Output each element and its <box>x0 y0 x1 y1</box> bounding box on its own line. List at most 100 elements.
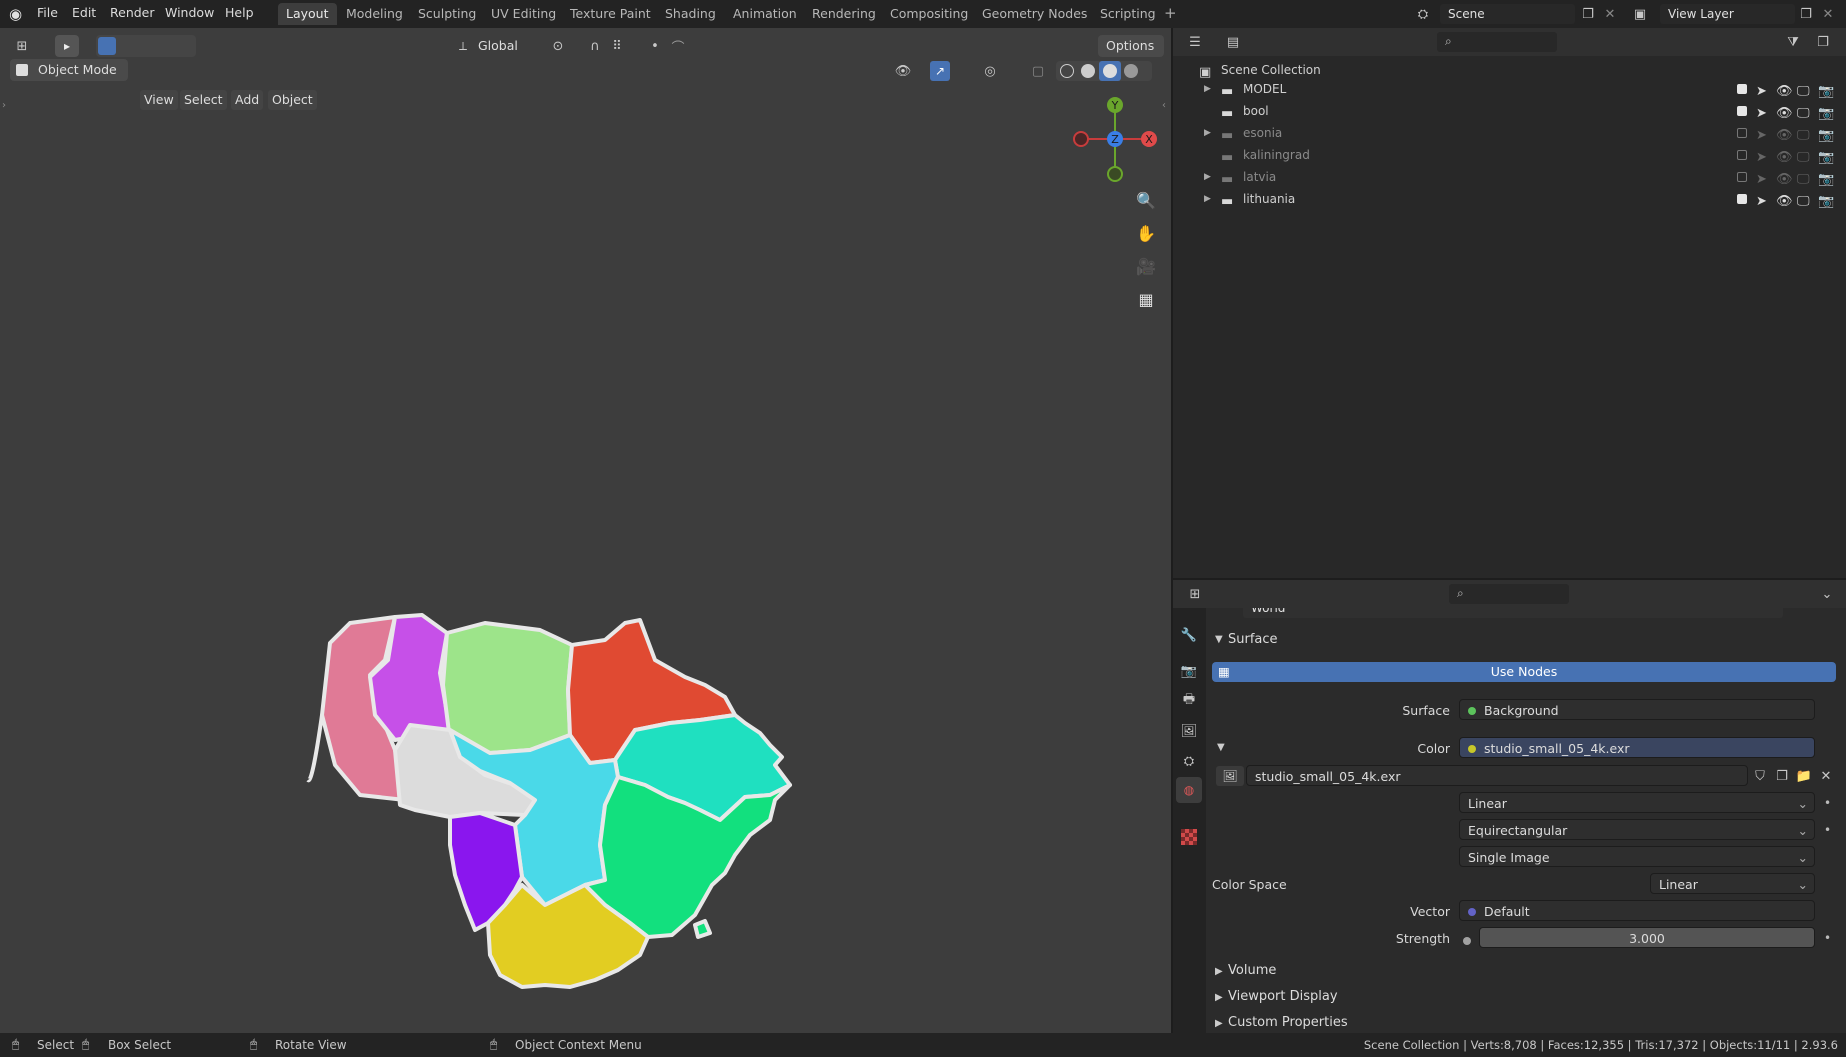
volume-section-header[interactable]: Volume <box>1228 963 1276 978</box>
properties-editor-type-icon[interactable]: ⊞ <box>1185 584 1205 604</box>
selectable-arrow-icon[interactable]: ➤ <box>1756 191 1767 213</box>
select-new-icon[interactable] <box>98 37 116 55</box>
view-layer-field[interactable]: View Layer <box>1660 4 1795 24</box>
interpolation-dropdown[interactable]: Linear ⌄ <box>1459 792 1815 813</box>
outliner-editor-type-icon[interactable]: ☰ <box>1185 32 1205 52</box>
render-camera-icon[interactable]: 📷 <box>1818 191 1834 213</box>
falloff-icon[interactable]: ⌒ <box>668 36 688 56</box>
delete-view-layer-icon[interactable]: ✕ <box>1818 4 1838 24</box>
color-texture-field[interactable]: studio_small_05_4k.exr <box>1459 737 1815 758</box>
properties-search-field[interactable] <box>1449 584 1569 604</box>
surface-collapse-icon[interactable]: ▼ <box>1215 634 1223 645</box>
orientation-dropdown[interactable]: Global <box>470 35 532 57</box>
vector-field[interactable]: Default <box>1459 900 1815 921</box>
new-collection-icon[interactable]: ❐ <box>1813 32 1833 52</box>
projection-dropdown[interactable]: Equirectangular ⌄ <box>1459 819 1815 840</box>
tab-texture-paint[interactable]: Texture Paint <box>562 3 659 25</box>
gizmo-toggle-icon[interactable]: ↗ <box>930 61 950 81</box>
xray-icon[interactable]: ▢ <box>1028 61 1048 81</box>
outliner-row-MODEL[interactable]: ▶ ▬ MODEL ➤ 👁 🖵 📷 <box>1173 78 1846 100</box>
exclude-checkbox[interactable] <box>1737 172 1747 182</box>
surface-section-header[interactable]: Surface <box>1228 632 1278 647</box>
scene-selector-icon[interactable]: ⛭ <box>1413 4 1433 24</box>
custom-properties-expand-icon[interactable]: ▶ <box>1215 1018 1223 1029</box>
new-view-layer-icon[interactable]: ❐ <box>1796 4 1816 24</box>
menu-add[interactable]: Add <box>231 90 264 110</box>
expand-arrow-icon[interactable]: ▶ <box>1204 188 1211 210</box>
view-layer-selector-icon[interactable]: ▣ <box>1630 4 1650 24</box>
color-expand-icon[interactable]: ▼ <box>1217 742 1225 753</box>
unlink-image-icon[interactable]: ✕ <box>1816 766 1836 786</box>
world-datablock-row[interactable]: World <box>1213 608 1843 620</box>
projection-keyframe-dot[interactable]: • <box>1824 823 1831 837</box>
tab-layout[interactable]: Layout <box>278 3 337 25</box>
outliner-row-bool[interactable]: ▬ bool ➤ 👁 🖵 📷 <box>1173 100 1846 122</box>
selection-mode-group[interactable] <box>96 35 196 57</box>
menu-window[interactable]: Window <box>165 5 214 20</box>
color-space-dropdown[interactable]: Linear ⌄ <box>1650 873 1815 894</box>
menu-render[interactable]: Render <box>110 5 155 20</box>
outliner-row-lithuania[interactable]: ▶ ▬ lithuania ➤ 👁 🖵 📷 <box>1173 188 1846 210</box>
custom-properties-section-header[interactable]: Custom Properties <box>1228 1015 1348 1030</box>
tab-scripting[interactable]: Scripting <box>1092 3 1164 25</box>
fake-user-shield-icon[interactable]: ⛉ <box>1750 766 1770 786</box>
texture-tab-icon[interactable] <box>1181 829 1197 845</box>
expand-arrow-icon[interactable]: ▶ <box>1204 78 1211 100</box>
navigation-gizmo[interactable]: Y X Z <box>1060 90 1160 190</box>
add-workspace-icon[interactable]: + <box>1164 4 1177 22</box>
tab-uv-editing[interactable]: UV Editing <box>483 3 564 25</box>
options-dropdown[interactable]: Options <box>1098 35 1164 57</box>
exclude-checkbox[interactable] <box>1737 150 1747 160</box>
perspective-grid-icon[interactable]: ▦ <box>1131 284 1161 314</box>
tab-compositing[interactable]: Compositing <box>882 3 976 25</box>
expand-arrow-icon[interactable]: ▶ <box>1204 166 1211 188</box>
eye-icon[interactable]: 👁 <box>1776 191 1793 213</box>
strength-slider[interactable]: 3.000 <box>1479 927 1815 948</box>
surface-shader-field[interactable]: Background <box>1459 699 1815 720</box>
camera-view-icon[interactable]: 🎥 <box>1131 251 1161 281</box>
overlays-icon[interactable]: ◎ <box>980 61 1000 81</box>
outliner-row-esonia[interactable]: ▶ ▬ esonia ➤ 👁 🖵 📷 <box>1173 122 1846 144</box>
tab-modeling[interactable]: Modeling <box>338 3 411 25</box>
interpolation-keyframe-dot[interactable]: • <box>1824 796 1831 810</box>
monitor-icon[interactable]: 🖵 <box>1797 191 1810 213</box>
scene-tab-icon[interactable]: ⛭ <box>1179 751 1199 771</box>
tab-geometry-nodes[interactable]: Geometry Nodes <box>974 3 1095 25</box>
output-tab-icon[interactable]: 🖶 <box>1179 691 1199 711</box>
use-nodes-button[interactable]: ▦ Use Nodes <box>1212 662 1836 682</box>
expand-arrow-icon[interactable]: ▶ <box>1204 122 1211 144</box>
display-mode-icon[interactable]: ▤ <box>1223 32 1243 52</box>
viewport-display-expand-icon[interactable]: ▶ <box>1215 992 1223 1003</box>
new-scene-icon[interactable]: ❐ <box>1578 4 1598 24</box>
menu-select[interactable]: Select <box>180 90 227 110</box>
gizmo-neg-y-axis[interactable] <box>1107 166 1123 182</box>
tab-sculpting[interactable]: Sculpting <box>410 3 484 25</box>
view-layer-tab-icon[interactable]: 🖼 <box>1179 721 1199 741</box>
rendered-shading-icon[interactable] <box>1124 64 1138 78</box>
snap-increment-icon[interactable]: ⠿ <box>607 36 627 56</box>
delete-scene-icon[interactable]: ✕ <box>1600 4 1620 24</box>
zoom-icon[interactable]: 🔍 <box>1131 185 1161 215</box>
menu-help[interactable]: Help <box>225 5 254 20</box>
image-browse-icon[interactable]: 🖼 <box>1216 766 1244 786</box>
menu-file[interactable]: File <box>37 5 58 20</box>
source-dropdown[interactable]: Single Image ⌄ <box>1459 846 1815 867</box>
exclude-checkbox[interactable] <box>1737 106 1747 116</box>
properties-options-icon[interactable]: ⌄ <box>1817 584 1837 604</box>
tab-shading[interactable]: Shading <box>657 3 724 25</box>
menu-object[interactable]: Object <box>268 90 317 110</box>
select-tool-icon[interactable]: ▸ <box>55 35 79 57</box>
volume-expand-icon[interactable]: ▶ <box>1215 966 1223 977</box>
outliner-row-latvia[interactable]: ▶ ▬ latvia ➤ 👁 🖵 📷 <box>1173 166 1846 188</box>
duplicate-image-icon[interactable]: ❐ <box>1772 766 1792 786</box>
menu-edit[interactable]: Edit <box>72 5 96 20</box>
gizmo-neg-x-axis[interactable] <box>1073 131 1089 147</box>
filter-icon[interactable]: ⧩ <box>1783 32 1803 52</box>
toolbar-toggle-icon[interactable]: › <box>2 100 6 111</box>
strength-keyframe-dot[interactable]: • <box>1824 931 1831 945</box>
lithuania-map-model[interactable] <box>300 605 810 995</box>
visibility-selector-icon[interactable]: 👁 <box>893 61 913 81</box>
wireframe-shading-icon[interactable] <box>1060 64 1074 78</box>
scene-name-field[interactable]: Scene <box>1440 4 1575 24</box>
pivot-point-icon[interactable]: ⊙ <box>548 36 568 56</box>
